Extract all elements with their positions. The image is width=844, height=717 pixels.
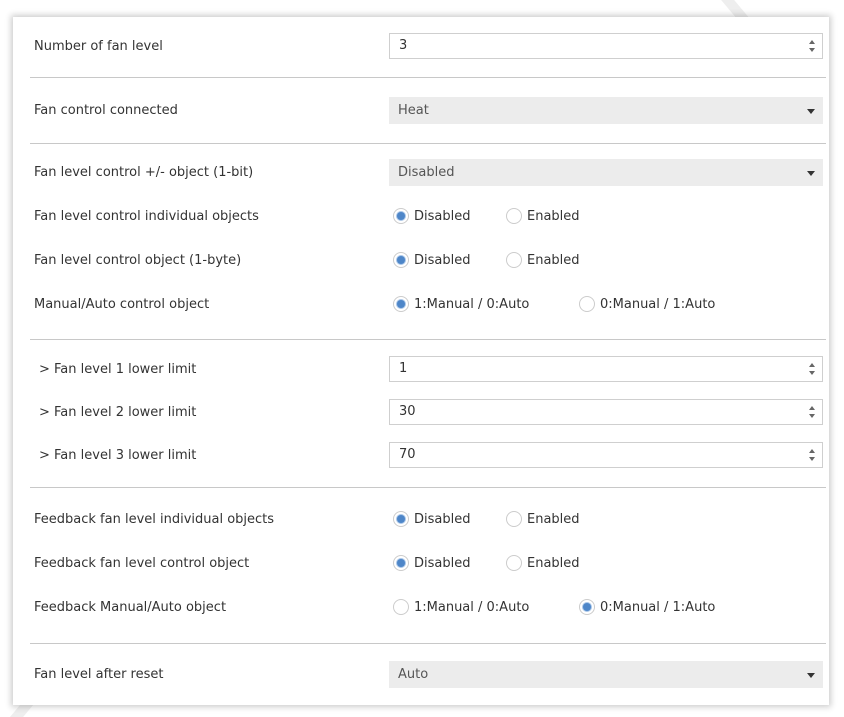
field-label: Feedback Manual/Auto object	[34, 600, 227, 615]
up-down-arrows-icon[interactable]	[808, 404, 816, 420]
level1-lower-limit-spinner[interactable]: 1	[389, 356, 823, 382]
radio-button-icon	[393, 296, 409, 312]
row-fan-level-individual: Fan level control individual objects Dis…	[13, 202, 829, 232]
field-label: Fan level control object (1-byte)	[34, 253, 242, 268]
level2-lower-limit-spinner[interactable]: 30	[389, 399, 823, 425]
row-level2-lower-limit: > Fan level 2 lower limit 30	[13, 398, 829, 428]
fan-level-after-reset-dropdown[interactable]: Auto	[389, 661, 823, 688]
field-label: Feedback fan level individual objects	[34, 512, 275, 527]
radio-button-icon	[393, 252, 409, 268]
radio-button-icon	[506, 511, 522, 527]
dropdown-value: Heat	[398, 103, 429, 118]
section-divider	[30, 487, 826, 488]
dropdown-value: Auto	[398, 667, 429, 682]
caret-down-icon	[807, 673, 815, 678]
radio-button-icon	[393, 555, 409, 571]
field-label: > Fan level 2 lower limit	[39, 405, 197, 420]
field-label: Fan level after reset	[34, 667, 164, 682]
field-label: Fan level control individual objects	[34, 209, 259, 224]
field-label: > Fan level 3 lower limit	[39, 448, 197, 463]
field-label: Fan level control +/- object (1-bit)	[34, 165, 254, 180]
level3-lower-limit-spinner[interactable]: 70	[389, 442, 823, 468]
row-level3-lower-limit: > Fan level 3 lower limit 70	[13, 441, 829, 471]
fan-control-connected-dropdown[interactable]: Heat	[389, 97, 823, 124]
up-down-arrows-icon[interactable]	[808, 361, 816, 377]
radio-button-icon	[506, 555, 522, 571]
radio-button-icon	[393, 511, 409, 527]
radio-button-icon	[579, 599, 595, 615]
spinner-value: 3	[399, 38, 408, 53]
row-feedback-control-object: Feedback fan level control object Disabl…	[13, 549, 829, 579]
up-down-arrows-icon[interactable]	[808, 447, 816, 463]
radio-button-icon	[393, 208, 409, 224]
field-label: Manual/Auto control object	[34, 297, 210, 312]
row-fan-level-pm-object: Fan level control +/- object (1-bit) Dis…	[13, 158, 829, 188]
spinner-value: 30	[399, 404, 416, 419]
row-fan-control-connected: Fan control connected Heat	[13, 96, 829, 126]
section-divider	[30, 339, 826, 340]
field-label: Number of fan level	[34, 39, 163, 54]
spinner-value: 1	[399, 361, 408, 376]
fan-level-pm-object-dropdown[interactable]: Disabled	[389, 159, 823, 186]
row-fan-level-after-reset: Fan level after reset Auto	[13, 660, 829, 690]
field-label: > Fan level 1 lower limit	[39, 362, 197, 377]
radio-button-icon	[506, 252, 522, 268]
dropdown-value: Disabled	[398, 165, 455, 180]
section-divider	[30, 143, 826, 144]
field-label: Feedback fan level control object	[34, 556, 250, 571]
row-level1-lower-limit: > Fan level 1 lower limit 1	[13, 355, 829, 385]
caret-down-icon	[807, 171, 815, 176]
number-of-fan-level-spinner[interactable]: 3	[389, 33, 823, 59]
radio-button-icon	[579, 296, 595, 312]
section-divider	[30, 643, 826, 644]
radio-button-icon	[506, 208, 522, 224]
parameter-panel: Number of fan level 3 Fan control connec…	[13, 17, 829, 705]
spinner-value: 70	[399, 447, 416, 462]
row-feedback-manual-auto: Feedback Manual/Auto object 1:Manual / 0…	[13, 593, 829, 623]
row-feedback-individual: Feedback fan level individual objects Di…	[13, 505, 829, 535]
row-number-of-fan-level: Number of fan level 3	[13, 32, 829, 62]
up-down-arrows-icon[interactable]	[808, 38, 816, 54]
row-manual-auto-object: Manual/Auto control object 1:Manual / 0:…	[13, 290, 829, 320]
radio-button-icon	[393, 599, 409, 615]
section-divider	[30, 77, 826, 78]
caret-down-icon	[807, 109, 815, 114]
row-fan-level-object-byte: Fan level control object (1-byte) Disabl…	[13, 246, 829, 276]
field-label: Fan control connected	[34, 103, 178, 118]
